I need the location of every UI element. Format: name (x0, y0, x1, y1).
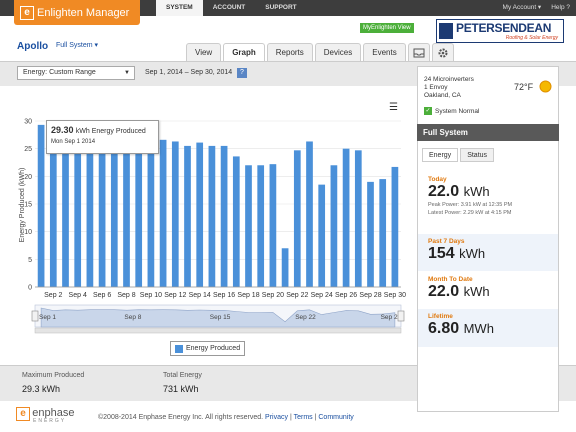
tooltip-date: Mon Sep 1 2014 (51, 139, 96, 145)
top-right-links: My Account ▾ Help ? (503, 0, 570, 16)
tooltip-value: 29.30 (51, 125, 74, 135)
inbox-icon (413, 48, 425, 58)
today-label: Today (428, 176, 447, 183)
week-value: 154 (428, 245, 455, 262)
month-value: 22.0 (428, 283, 460, 300)
lifetime-value: 6.80 (428, 320, 460, 337)
tooltip-unit: kWh Energy Produced (75, 128, 146, 135)
panel-tabs: Energy Status (422, 148, 496, 162)
installer-logo-icon (439, 23, 453, 39)
tab-graph[interactable]: Graph (223, 43, 265, 62)
latest-power: Latest Power: 2.29 kW at 4:15 PM (428, 210, 512, 216)
site-name: Apollo (17, 41, 49, 52)
week-unit: kWh (459, 246, 486, 261)
footer-text: ©2008-2014 Enphase Energy Inc. All right… (98, 414, 354, 421)
max-unit: kWh (42, 384, 61, 394)
legend-swatch (175, 344, 183, 353)
tab-view[interactable]: View (186, 43, 222, 62)
gear-icon (438, 48, 448, 58)
week-label: Past 7 Days (428, 238, 465, 245)
energy-range-value: Energy: Custom Range (23, 69, 96, 76)
tab-devices[interactable]: Devices (314, 43, 362, 62)
chart-tooltip: 29.30 kWh Energy Produced Mon Sep 1 2014 (46, 120, 159, 154)
tab-status[interactable]: Status (460, 148, 495, 162)
help-link[interactable]: Help ? (551, 0, 570, 16)
total-value: 731 (163, 384, 179, 394)
microinverters: 24 Microinverters (424, 76, 474, 83)
tab-energy[interactable]: Energy (422, 148, 459, 162)
energy-range-select[interactable]: Energy: Custom Range ▼ (17, 66, 135, 80)
total-energy-label: Total Energy (163, 372, 202, 379)
today-unit: kWh (463, 184, 490, 199)
tab-settings[interactable] (431, 43, 454, 62)
installer-name: PETERSENDEAN (456, 21, 552, 35)
metric-today: Today 22.0 kWh Peak Power: 3.91 kW at 12… (418, 172, 558, 234)
copyright: ©2008-2014 Enphase Energy Inc. All right… (98, 414, 264, 421)
tab-messages[interactable] (407, 43, 430, 62)
terms-link[interactable]: Terms (294, 414, 313, 421)
metric-lifetime: Lifetime 6.80 MWh (418, 309, 558, 347)
legend-label: Energy Produced (186, 345, 241, 352)
chevron-down-icon: ▼ (124, 70, 130, 76)
today-value: 22.0 (428, 183, 460, 200)
month-value-line: 22.0 kWh (428, 283, 558, 301)
nav-support[interactable]: SUPPORT (255, 0, 306, 16)
tab-events[interactable]: Events (363, 43, 406, 62)
max-produced-value: 29.3 kWh (22, 384, 60, 394)
logo-e-icon: e (20, 5, 34, 20)
enphase-e-icon: e (16, 407, 30, 421)
week-value-line: 154 kWh (428, 245, 558, 263)
lifetime-label: Lifetime (428, 313, 453, 320)
nav-system[interactable]: SYSTEM (156, 0, 203, 16)
installer-tagline: Roofing & Solar Energy (505, 35, 558, 41)
chart-legend[interactable]: Energy Produced (170, 341, 246, 356)
chart-menu-icon[interactable]: ☰ (389, 102, 398, 113)
myenlighten-view-link[interactable]: MyEnlighten View (360, 23, 414, 33)
lifetime-unit: MWh (463, 321, 494, 336)
metric-week: Past 7 Days 154 kWh (418, 234, 558, 271)
peak-power: Peak Power: 3.91 kW at 12:35 PM (428, 202, 513, 208)
app-title: Enlighten Manager (37, 6, 130, 19)
system-info: 24 Microinverters 1 Envoy Oakland, CA (424, 76, 474, 100)
enlighten-logo[interactable]: e Enlighten Manager (14, 0, 140, 25)
system-status: ✓ System Normal (424, 107, 479, 115)
tab-reports[interactable]: Reports (266, 43, 313, 62)
month-label: Month To Date (428, 276, 473, 283)
month-unit: kWh (463, 284, 490, 299)
top-nav: SYSTEM ACCOUNT SUPPORT (156, 0, 307, 16)
total-unit: kWh (180, 384, 199, 394)
nav-account[interactable]: ACCOUNT (203, 0, 256, 16)
date-range: Sep 1, 2014 – Sep 30, 2014 (145, 69, 233, 76)
total-energy-value: 731 kWh (163, 384, 199, 394)
envoy: 1 Envoy (424, 84, 448, 91)
system-select[interactable]: Full System ▾ (56, 41, 98, 49)
community-link[interactable]: Community (318, 414, 353, 421)
max-value: 29.3 (22, 384, 40, 394)
temperature: 72°F (514, 82, 534, 92)
max-produced-label: Maximum Produced (22, 372, 85, 379)
enphase-brand-sub: ENERGY (33, 418, 67, 424)
installer-logo: PETERSENDEAN Roofing & Solar Energy (436, 19, 564, 43)
view-tabs: View Graph Reports Devices Events (186, 43, 456, 62)
enphase-logo: e enphase ENERGY (16, 407, 88, 427)
sun-icon (539, 80, 552, 93)
metric-month: Month To Date 22.0 kWh (418, 272, 558, 309)
panel-title: Full System (417, 124, 559, 141)
my-account-link[interactable]: My Account ▾ (503, 0, 542, 16)
check-icon: ✓ (424, 107, 432, 115)
status-text: System Normal (435, 107, 480, 115)
lifetime-value-line: 6.80 MWh (428, 320, 558, 338)
privacy-link[interactable]: Privacy (265, 414, 288, 421)
location: Oakland, CA (424, 92, 461, 99)
today-value-line: 22.0 kWh (428, 183, 558, 201)
help-icon[interactable]: ? (237, 68, 247, 78)
